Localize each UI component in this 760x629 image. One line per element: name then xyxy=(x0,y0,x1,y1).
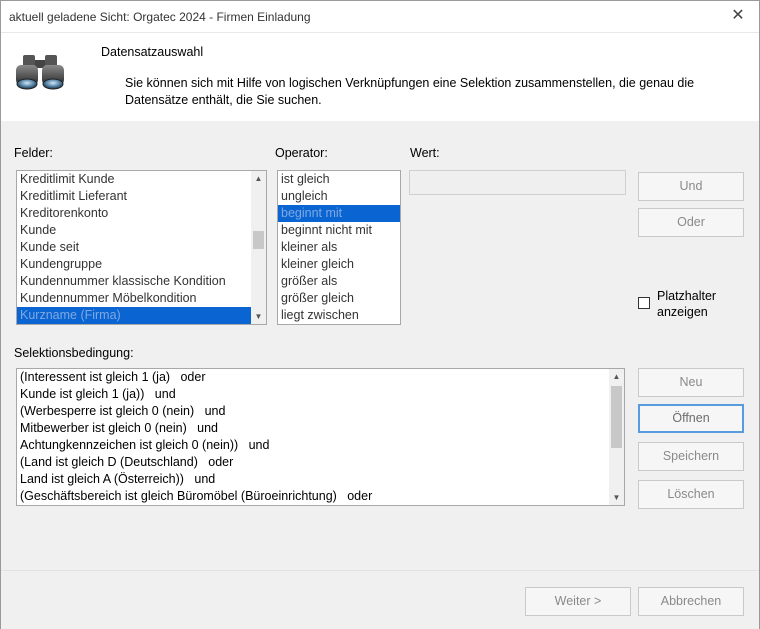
fields-listbox[interactable]: Kreditlimit Kunde Kreditlimit Lieferant … xyxy=(16,170,267,325)
placeholder-checkbox[interactable] xyxy=(638,297,650,309)
list-item[interactable]: Kundennummer Möbelkondition xyxy=(17,290,251,307)
title-bar: aktuell geladene Sicht: Orgatec 2024 - F… xyxy=(1,1,759,33)
list-item[interactable]: Kreditlimit Lieferant xyxy=(17,188,251,205)
selection-line: (Interessent ist gleich 1 (ja) oder xyxy=(20,370,206,384)
placeholder-checkbox-label[interactable]: Platzhalter anzeigen xyxy=(657,288,716,320)
list-item[interactable]: größer als xyxy=(278,273,400,290)
list-item[interactable]: Kundengruppe xyxy=(17,256,251,273)
scroll-down-icon[interactable]: ▼ xyxy=(609,490,624,505)
neu-button[interactable]: Neu xyxy=(638,368,744,397)
selection-line: (Werbesperre ist gleich 0 (nein) und xyxy=(20,404,226,418)
list-item-selected[interactable]: Kurzname (Firma) xyxy=(17,307,251,324)
list-item[interactable]: Kunde seit xyxy=(17,239,251,256)
value-label: Wert: xyxy=(410,146,440,160)
selection-line: Land ist gleich A (Österreich)) und xyxy=(20,472,216,486)
close-icon[interactable]: ✕ xyxy=(727,5,749,27)
selection-line: (Land ist gleich D (Deutschland) oder xyxy=(20,455,234,469)
operator-listbox[interactable]: ist gleich ungleich beginnt mit beginnt … xyxy=(277,170,401,325)
selection-line: (Geschäftsbereich ist gleich Büromöbel (… xyxy=(20,489,373,503)
list-item[interactable]: Kundennummer klassische Kondition xyxy=(17,273,251,290)
scroll-down-icon[interactable]: ▼ xyxy=(251,309,266,324)
list-item[interactable]: größer gleich xyxy=(278,290,400,307)
cancel-button[interactable]: Abbrechen xyxy=(638,587,744,616)
scroll-thumb[interactable] xyxy=(253,231,264,249)
list-item[interactable]: ungleich xyxy=(278,188,400,205)
oder-button[interactable]: Oder xyxy=(638,208,744,237)
save-button[interactable]: Speichern xyxy=(638,442,744,471)
scroll-up-icon[interactable]: ▲ xyxy=(609,369,624,384)
selection-textbox[interactable]: (Interessent ist gleich 1 (ja) oder Kund… xyxy=(16,368,625,506)
scroll-thumb[interactable] xyxy=(611,386,622,448)
operator-label: Operator: xyxy=(275,146,328,160)
list-item[interactable]: Kreditlimit Kunde xyxy=(17,171,251,188)
value-input[interactable] xyxy=(409,170,626,195)
placeholder-label-line1: Platzhalter xyxy=(657,289,717,303)
list-item[interactable]: kleiner als xyxy=(278,239,400,256)
und-button[interactable]: Und xyxy=(638,172,744,201)
dialog-window: aktuell geladene Sicht: Orgatec 2024 - F… xyxy=(0,0,760,629)
fields-label: Felder: xyxy=(14,146,53,160)
next-button[interactable]: Weiter > xyxy=(525,587,631,616)
dialog-header: Datensatzauswahl Sie können sich mit Hil… xyxy=(1,33,759,121)
window-title: aktuell geladene Sicht: Orgatec 2024 - F… xyxy=(9,10,311,24)
list-item[interactable]: kleiner gleich xyxy=(278,256,400,273)
selection-line: Mitbewerber ist gleich 0 (nein) und xyxy=(20,421,219,435)
list-item-selected[interactable]: beginnt mit xyxy=(278,205,400,222)
header-title: Datensatzauswahl xyxy=(101,45,204,59)
list-item[interactable]: Kreditorenkonto xyxy=(17,205,251,222)
delete-button[interactable]: Löschen xyxy=(638,480,744,509)
fields-scrollbar[interactable]: ▲ ▼ xyxy=(251,171,266,324)
dialog-footer: Weiter > Abbrechen xyxy=(1,570,759,629)
selection-line: Achtungkennzeichen ist gleich 0 (nein)) … xyxy=(20,438,270,452)
scroll-up-icon[interactable]: ▲ xyxy=(251,171,266,186)
open-button[interactable]: Öffnen xyxy=(638,404,744,433)
list-item[interactable]: liegt zwischen xyxy=(278,307,400,324)
list-item[interactable]: beginnt nicht mit xyxy=(278,222,400,239)
list-item[interactable]: ist gleich xyxy=(278,171,400,188)
binoculars-icon xyxy=(16,55,64,90)
selection-label: Selektionsbedingung: xyxy=(14,346,134,360)
list-item[interactable]: Kunde xyxy=(17,222,251,239)
selection-scrollbar[interactable]: ▲ ▼ xyxy=(609,369,624,505)
selection-line: Kunde ist gleich 1 (ja)) und xyxy=(20,387,176,401)
header-description: Sie können sich mit Hilfe von logischen … xyxy=(125,76,695,107)
placeholder-label-line2: anzeigen xyxy=(657,305,708,319)
